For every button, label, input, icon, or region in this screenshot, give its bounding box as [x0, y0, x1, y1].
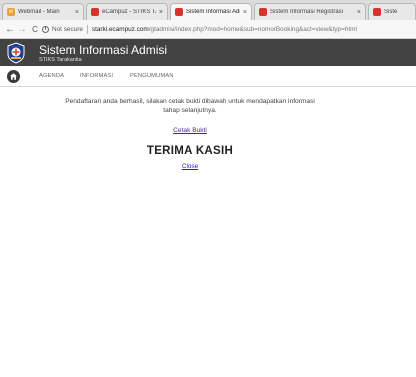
- tab-label: Webmail - Main: [18, 9, 60, 15]
- tab-ecampuz[interactable]: eCampuz - STIKS TARAKANITA ×: [86, 3, 168, 20]
- back-arrow-icon[interactable]: ←: [4, 23, 16, 36]
- site-icon: [373, 8, 381, 16]
- tab-label: Sistem Informasi Admisi: [186, 9, 240, 15]
- browser-toolbar: ← → C i Not secure starki.ecampuz.com/gt…: [0, 20, 416, 39]
- close-icon[interactable]: ×: [357, 9, 361, 16]
- site-icon: [259, 8, 267, 16]
- site-title: Sistem Informasi Admisi: [39, 43, 168, 57]
- message-line-1: Pendaftaran anda berhasil, silakan cetak…: [65, 98, 315, 105]
- success-message: Pendaftaran anda berhasil, silakan cetak…: [40, 97, 340, 115]
- divider: [86, 25, 88, 34]
- tab-label: Sistem Informasi Registrasi: [270, 9, 344, 15]
- tab-sistem-informasi-registrasi[interactable]: Sistem Informasi Registrasi ×: [254, 3, 366, 20]
- home-icon: [10, 73, 17, 80]
- menu-item-informasi[interactable]: INFORMASI: [80, 73, 113, 79]
- site-subtitle: STIKS Tarakanita: [39, 57, 82, 63]
- ecampuz-icon: [91, 8, 99, 16]
- thank-you-heading: TERIMA KASIH: [146, 145, 234, 157]
- tab-label: eCampuz - STIKS TARAKANITA: [102, 9, 156, 15]
- tab-sistem-informasi-admisi[interactable]: Sistem Informasi Admisi ×: [170, 3, 252, 20]
- reload-icon[interactable]: C: [29, 23, 41, 36]
- stiks-logo-icon: [7, 42, 25, 64]
- close-icon[interactable]: ×: [243, 9, 247, 16]
- url-host: starki.ecampuz.com: [91, 26, 149, 33]
- site-header: Sistem Informasi Admisi STIKS Tarakanita: [0, 39, 416, 66]
- tab-sistem[interactable]: Siste: [368, 3, 416, 20]
- address-bar[interactable]: i Not secure starki.ecampuz.com/gtadmisi…: [42, 23, 416, 36]
- close-link[interactable]: Close: [170, 163, 210, 170]
- main-nav: AGENDA INFORMASI PENGUMUMAN: [0, 66, 416, 87]
- tab-label: Siste: [384, 9, 398, 15]
- menu-item-pengumuman[interactable]: PENGUMUMAN: [130, 73, 174, 79]
- close-icon[interactable]: ×: [159, 9, 163, 16]
- forward-arrow-icon[interactable]: →: [16, 23, 28, 36]
- menu-item-agenda[interactable]: AGENDA: [39, 73, 64, 79]
- site-icon: [175, 8, 183, 16]
- security-label: Not secure: [52, 26, 83, 33]
- tab-webmail[interactable]: ✉ Webmail - Main ×: [2, 3, 84, 20]
- main-content: Pendaftaran anda berhasil, silakan cetak…: [0, 88, 416, 377]
- info-icon[interactable]: i: [42, 26, 49, 33]
- close-icon[interactable]: ×: [75, 9, 79, 16]
- browser-tab-strip: ✉ Webmail - Main × eCampuz - STIKS TARAK…: [0, 0, 416, 20]
- url-path: /gtadmisi/index.php?mod=home&sub=nomorBo…: [148, 26, 357, 33]
- home-button[interactable]: [7, 70, 20, 83]
- print-proof-link[interactable]: Cetak Bukti: [140, 127, 240, 134]
- webmail-icon: ✉: [7, 8, 15, 16]
- message-line-2: tahap selanjutnya.: [163, 107, 217, 114]
